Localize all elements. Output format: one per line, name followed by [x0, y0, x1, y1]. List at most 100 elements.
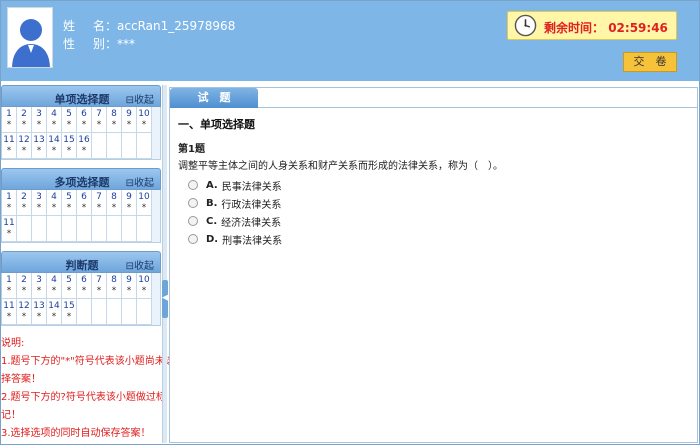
option-letter: B. — [206, 197, 218, 209]
question-number-label: 10 — [138, 109, 150, 119]
avatar — [7, 7, 53, 68]
question-cell[interactable]: 5 * — [62, 190, 77, 216]
empty-cell — [122, 133, 137, 159]
unanswered-mark: * — [6, 229, 12, 239]
collapse-button[interactable]: ⊟收起 — [126, 174, 154, 189]
question-cell[interactable]: 4 * — [47, 190, 62, 216]
question-cell[interactable]: 2 * — [17, 107, 32, 133]
section-header: 单项选择题 ⊟收起 — [1, 85, 161, 107]
empty-cell — [62, 216, 77, 242]
empty-cell — [107, 299, 122, 325]
empty-cell — [77, 299, 92, 325]
question-cell[interactable]: 1 * — [2, 190, 17, 216]
question-number-label: 5 — [66, 109, 72, 119]
option-letter: C. — [206, 215, 218, 227]
timer-label: 剩余时间： — [544, 21, 605, 35]
question-cell[interactable]: 13 * — [32, 299, 47, 325]
question-cell[interactable]: 2 * — [17, 273, 32, 299]
question-cell[interactable]: 16 * — [77, 133, 92, 159]
question-cell[interactable]: 11 * — [2, 133, 17, 159]
collapse-label: 收起 — [134, 95, 154, 106]
radio-option-a[interactable] — [188, 180, 198, 190]
option-a[interactable]: A. 民事法律关系 — [188, 176, 688, 194]
question-number-label: 2 — [21, 275, 27, 285]
option-d[interactable]: D. 刑事法律关系 — [188, 230, 688, 248]
unanswered-mark: * — [21, 286, 27, 296]
unanswered-mark: * — [66, 312, 72, 322]
question-number-label: 1 — [6, 192, 12, 202]
unanswered-mark: * — [36, 203, 42, 213]
question-cell[interactable]: 10 * — [137, 273, 152, 299]
radio-option-d[interactable] — [188, 234, 198, 244]
question-cell[interactable]: 7 * — [92, 273, 107, 299]
question-cell[interactable]: 6 * — [77, 190, 92, 216]
question-cell[interactable]: 5 * — [62, 107, 77, 133]
question-cell[interactable]: 12 * — [17, 299, 32, 325]
question-cell[interactable]: 6 * — [77, 107, 92, 133]
question-cell[interactable]: 14 * — [47, 299, 62, 325]
question-cell[interactable]: 8 * — [107, 107, 122, 133]
question-number-label: 2 — [21, 192, 27, 202]
question-number-label: 9 — [126, 109, 132, 119]
question-cell[interactable]: 12 * — [17, 133, 32, 159]
panel-splitter[interactable] — [162, 85, 167, 443]
question-cell[interactable]: 4 * — [47, 107, 62, 133]
question-cell[interactable]: 3 * — [32, 273, 47, 299]
question-cell[interactable]: 13 * — [32, 133, 47, 159]
question-cell[interactable]: 5 * — [62, 273, 77, 299]
question-cell[interactable]: 9 * — [122, 107, 137, 133]
question-cell[interactable]: 15 * — [62, 299, 77, 325]
collapse-button[interactable]: ⊟收起 — [126, 257, 154, 272]
question-cell[interactable]: 2 * — [17, 190, 32, 216]
name-row: 姓名：accRan1_25978968 — [63, 19, 236, 33]
unanswered-mark: * — [126, 203, 132, 213]
question-number-label: 9 — [126, 192, 132, 202]
question-cell[interactable]: 9 * — [122, 273, 137, 299]
question-number-label: 6 — [81, 275, 87, 285]
question-cell[interactable]: 10 * — [137, 190, 152, 216]
question-cell[interactable]: 10 * — [137, 107, 152, 133]
unanswered-mark: * — [6, 312, 12, 322]
gender-row: 性别：*** — [63, 37, 136, 51]
unanswered-mark: * — [96, 203, 102, 213]
question-number-label: 16 — [78, 135, 90, 145]
option-text: 经济法律关系 — [221, 217, 282, 229]
radio-option-c[interactable] — [188, 216, 198, 226]
tab-questions[interactable]: 试 题 — [170, 88, 258, 108]
collapse-panel-handle[interactable]: ◀ — [162, 280, 169, 318]
radio-option-b[interactable] — [188, 198, 198, 208]
question-cell[interactable]: 8 * — [107, 190, 122, 216]
option-b[interactable]: B. 行政法律关系 — [188, 194, 688, 212]
question-number-label: 8 — [111, 192, 117, 202]
question-cell[interactable]: 1 * — [2, 107, 17, 133]
unanswered-mark: * — [36, 146, 42, 156]
question-number-label: 13 — [33, 135, 45, 145]
unanswered-mark: * — [81, 286, 87, 296]
question-cell[interactable]: 14 * — [47, 133, 62, 159]
question-cell[interactable]: 8 * — [107, 273, 122, 299]
question-cell[interactable]: 6 * — [77, 273, 92, 299]
submit-exam-button[interactable]: 交 卷 — [623, 52, 677, 72]
collapse-button[interactable]: ⊟收起 — [126, 91, 154, 106]
question-cell[interactable]: 7 * — [92, 190, 107, 216]
question-cell[interactable]: 11 * — [2, 216, 17, 242]
question-number-label: 11 — [3, 301, 15, 311]
unanswered-mark: * — [51, 120, 57, 130]
unanswered-mark: * — [96, 286, 102, 296]
unanswered-mark: * — [51, 312, 57, 322]
question-number-label: 11 — [3, 218, 15, 228]
unanswered-mark: * — [111, 203, 117, 213]
question-cell[interactable]: 11 * — [2, 299, 17, 325]
option-c[interactable]: C. 经济法律关系 — [188, 212, 688, 230]
question-cell[interactable]: 3 * — [32, 190, 47, 216]
section-heading: 一、单项选择题 — [178, 118, 255, 131]
question-cell[interactable]: 9 * — [122, 190, 137, 216]
question-number-label: 11 — [3, 135, 15, 145]
unanswered-mark: * — [36, 120, 42, 130]
question-cell[interactable]: 1 * — [2, 273, 17, 299]
question-number-label: 4 — [51, 275, 57, 285]
question-cell[interactable]: 15 * — [62, 133, 77, 159]
question-cell[interactable]: 7 * — [92, 107, 107, 133]
question-cell[interactable]: 4 * — [47, 273, 62, 299]
question-cell[interactable]: 3 * — [32, 107, 47, 133]
